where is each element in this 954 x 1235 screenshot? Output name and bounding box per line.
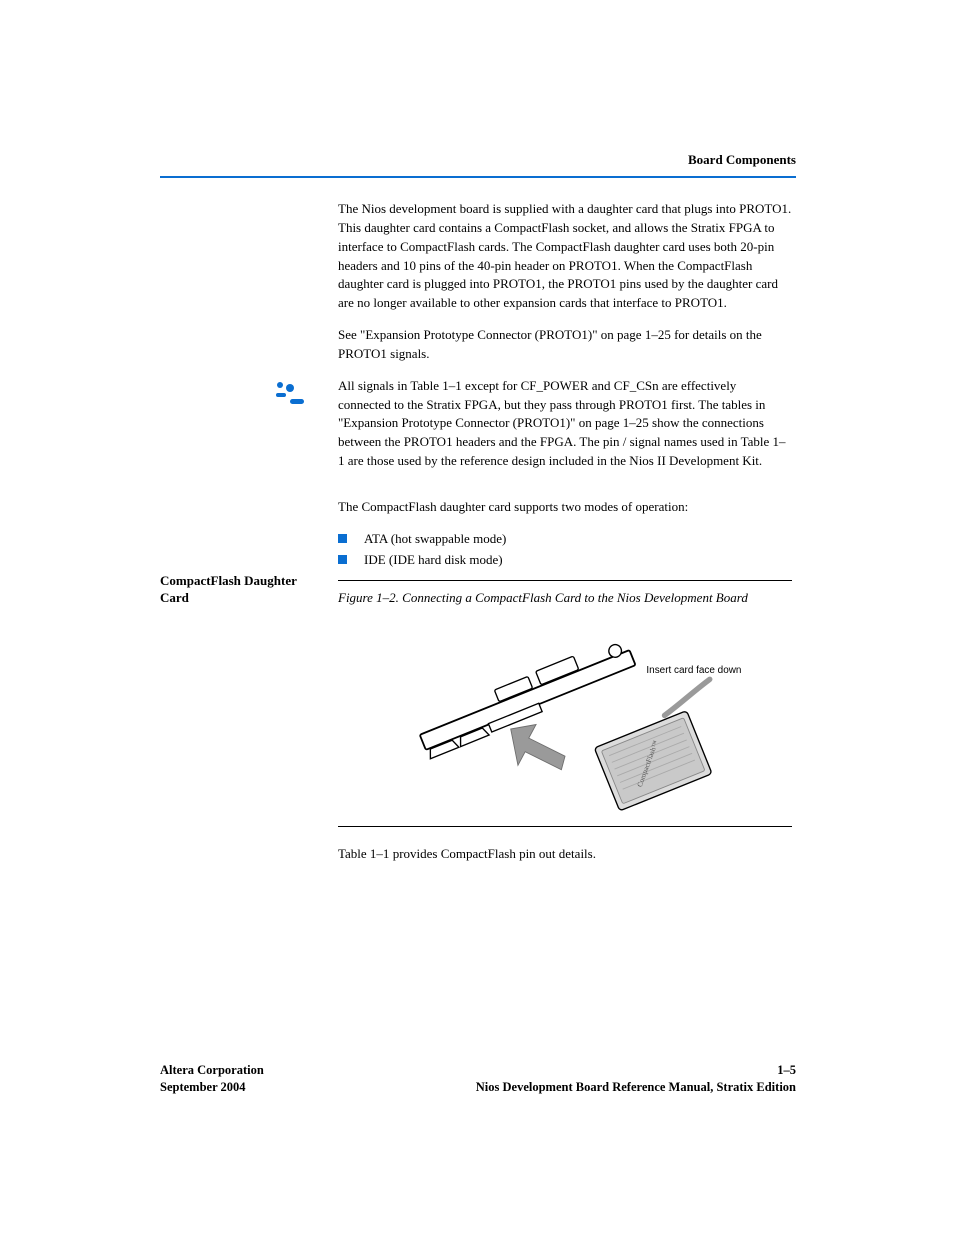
page: Board Components CompactFlash Daughter C… bbox=[0, 0, 954, 1235]
figure-illustration: CompactFlash™ Insert card face down bbox=[338, 620, 792, 820]
figure-bottom-rule bbox=[338, 826, 792, 827]
running-header: Board Components bbox=[688, 152, 796, 168]
header-rule bbox=[160, 176, 796, 178]
note-icon bbox=[260, 377, 314, 411]
footer-company: Altera Corporation bbox=[160, 1063, 264, 1077]
note-block: All signals in Table 1–1 except for CF_P… bbox=[260, 377, 792, 484]
body-content: The Nios development board is supplied w… bbox=[338, 200, 792, 877]
text: All signals in bbox=[338, 378, 410, 393]
cross-reference: Table 1–1 bbox=[338, 846, 389, 861]
text: See bbox=[338, 327, 360, 342]
figure-top-rule bbox=[338, 580, 792, 581]
note-text: All signals in Table 1–1 except for CF_P… bbox=[338, 377, 792, 471]
paragraph: See "Expansion Prototype Connector (PROT… bbox=[338, 326, 792, 364]
list-item: IDE (IDE hard disk mode) bbox=[338, 551, 792, 570]
paragraph: Table 1–1 provides CompactFlash pin out … bbox=[338, 845, 792, 864]
paragraph: The Nios development board is supplied w… bbox=[338, 200, 792, 313]
figure-label: Insert card face down bbox=[646, 665, 741, 676]
side-heading: CompactFlash Daughter Card bbox=[160, 573, 328, 607]
cross-reference: "Expansion Prototype Connector (PROTO1)"… bbox=[360, 327, 671, 342]
cross-reference: Table 1–1 bbox=[410, 378, 461, 393]
bullet-list: ATA (hot swappable mode) IDE (IDE hard d… bbox=[338, 530, 792, 570]
page-footer: Altera Corporation September 2004 1–5 Ni… bbox=[160, 1062, 796, 1096]
text: are those used by the reference design i… bbox=[345, 453, 763, 468]
list-item: ATA (hot swappable mode) bbox=[338, 530, 792, 549]
footer-left: Altera Corporation September 2004 bbox=[160, 1062, 264, 1096]
figure-number: Figure 1–2. bbox=[338, 590, 399, 605]
footer-right: 1–5 Nios Development Board Reference Man… bbox=[476, 1062, 796, 1096]
figure-title: Connecting a CompactFlash Card to the Ni… bbox=[402, 590, 748, 605]
text: provides CompactFlash pin out details. bbox=[389, 846, 596, 861]
footer-page-number: 1–5 bbox=[777, 1063, 796, 1077]
paragraph: The CompactFlash daughter card supports … bbox=[338, 498, 792, 517]
footer-manual-title: Nios Development Board Reference Manual,… bbox=[476, 1080, 796, 1094]
footer-date: September 2004 bbox=[160, 1080, 246, 1094]
cross-reference: "Expansion Prototype Connector (PROTO1)"… bbox=[338, 415, 649, 430]
figure-caption: Figure 1–2. Connecting a CompactFlash Ca… bbox=[338, 589, 792, 608]
